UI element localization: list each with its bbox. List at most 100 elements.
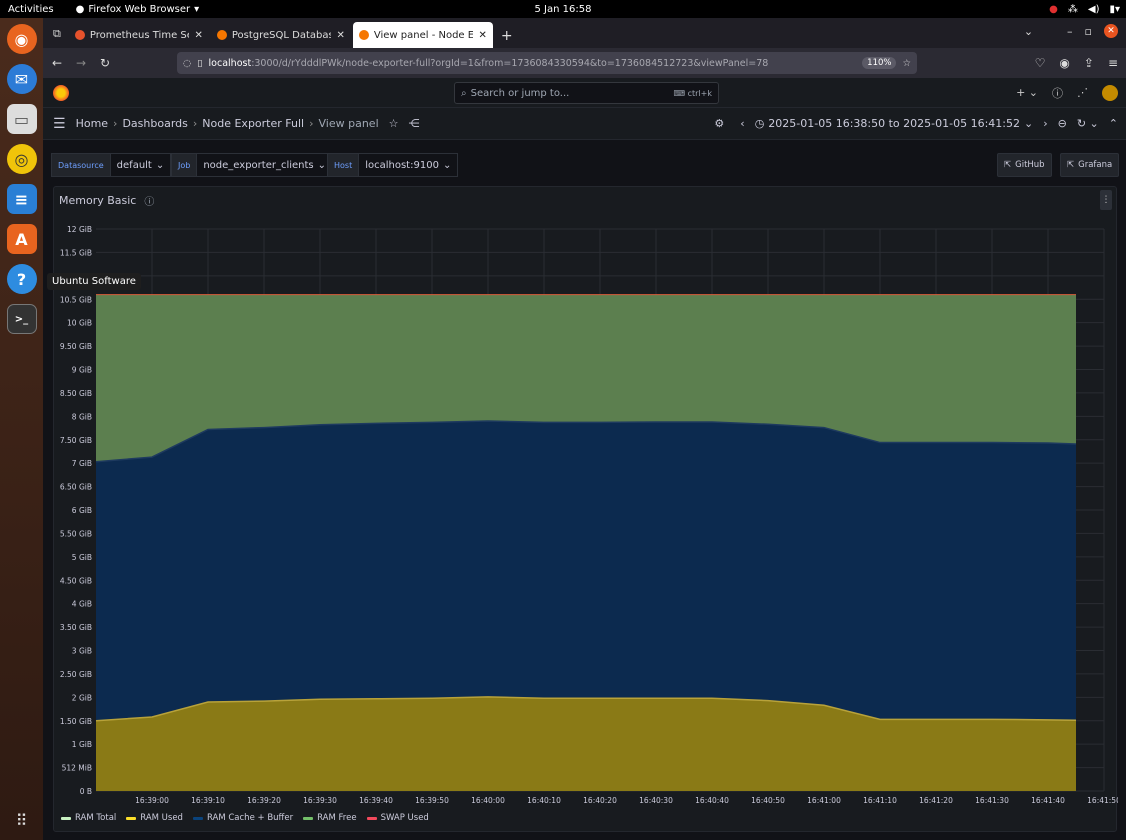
x-tick-label: 16:40:50 xyxy=(751,796,785,805)
zoom-level[interactable]: 110% xyxy=(862,57,897,69)
github-link-button[interactable]: ⇱ GitHub xyxy=(997,153,1052,177)
ubuntu-software-dock-icon[interactable]: A xyxy=(6,224,37,254)
window-close-icon[interactable]: ✕ xyxy=(1104,24,1118,38)
reload-icon[interactable]: ↻ xyxy=(93,56,117,70)
y-tick-label: 11.5 GiB xyxy=(60,248,92,257)
legend-item[interactable]: RAM Used xyxy=(126,813,183,823)
panel-title: Memory Basic ⓘ xyxy=(59,193,154,208)
app-menu[interactable]: ● Firefox Web Browser ▾ xyxy=(76,4,200,15)
hamburger-menu-icon[interactable]: ≡ xyxy=(1108,56,1118,70)
help-icon[interactable]: ⓘ xyxy=(1052,85,1063,101)
y-tick-label: 7 GiB xyxy=(72,459,92,468)
time-back-icon[interactable]: ‹ xyxy=(740,117,744,130)
legend-item[interactable]: SWAP Used xyxy=(366,813,429,823)
time-range-picker[interactable]: ◷ 2025-01-05 16:38:50 to 2025-01-05 16:4… xyxy=(755,117,1034,130)
show-apps-icon[interactable]: ⠿ xyxy=(16,811,28,830)
url-bar[interactable]: ◌ ▯ localhost:3000/d/rYdddlPWk/node-expo… xyxy=(177,52,917,74)
volume-icon: ◀) xyxy=(1087,3,1100,15)
breadcrumb-home[interactable]: Home xyxy=(76,117,108,130)
back-icon[interactable]: ← xyxy=(45,56,69,70)
legend-swatch xyxy=(61,816,71,820)
grafana-favicon-icon xyxy=(358,30,369,40)
thunderbird-dock-icon[interactable]: ✉ xyxy=(6,64,37,94)
legend-item[interactable]: RAM Cache + Buffer xyxy=(192,813,293,823)
menu-icon[interactable]: ☰ xyxy=(53,116,66,132)
activities-button[interactable]: Activities xyxy=(0,4,62,15)
bookmark-star-icon[interactable]: ☆ xyxy=(902,58,911,69)
grafana-favicon-icon xyxy=(216,30,227,40)
files-dock-icon[interactable]: ▭ xyxy=(6,104,37,134)
maximize-icon[interactable]: ▫ xyxy=(1085,25,1092,38)
search-input[interactable]: ⌕ Search or jump to... ⌨ ctrl+k xyxy=(454,82,719,104)
new-tab-icon[interactable]: + xyxy=(501,28,513,44)
avatar[interactable] xyxy=(1102,84,1118,101)
breadcrumb-dashboard[interactable]: Node Exporter Full xyxy=(202,117,304,130)
external-link-icon: ⇱ xyxy=(1067,160,1075,170)
grafana-link-button[interactable]: ⇱ Grafana xyxy=(1060,153,1120,177)
battery-icon: ▮▾ xyxy=(1109,3,1120,15)
time-range-label: 2025-01-05 16:38:50 to 2025-01-05 16:41:… xyxy=(768,117,1020,130)
time-forward-icon[interactable]: › xyxy=(1043,117,1047,130)
panel-menu-icon[interactable]: ⋮ xyxy=(1100,190,1112,210)
legend-label: RAM Free xyxy=(317,813,357,823)
help-dock-icon[interactable]: ? xyxy=(6,264,37,294)
legend-item[interactable]: RAM Total xyxy=(61,813,116,823)
chevron-right-icon: › xyxy=(113,117,118,130)
grafana-logo-icon[interactable] xyxy=(53,84,69,101)
variable-job[interactable]: Job node_exporter_clients ⌄ xyxy=(171,153,334,177)
pocket-icon[interactable]: ♡ xyxy=(1035,56,1046,70)
account-icon[interactable]: ◉ xyxy=(1059,56,1069,70)
close-tab-icon[interactable]: ✕ xyxy=(336,30,344,41)
y-tick-label: 3.50 GiB xyxy=(60,623,92,632)
breadcrumb-dashboards[interactable]: Dashboards xyxy=(122,117,187,130)
close-tab-icon[interactable]: ✕ xyxy=(478,30,486,41)
zoom-out-icon[interactable]: ⊖ xyxy=(1058,117,1067,130)
variable-host[interactable]: Host localhost:9100 ⌄ xyxy=(327,153,459,177)
rhythmbox-dock-icon[interactable]: ◎ xyxy=(6,144,37,174)
breadcrumb: ☰ Home › Dashboards › Node Exporter Full… xyxy=(43,108,1126,140)
forward-icon[interactable]: → xyxy=(69,56,93,70)
add-icon[interactable]: + ⌄ xyxy=(1016,86,1038,99)
close-tab-icon[interactable]: ✕ xyxy=(194,30,202,41)
firefox-dock-icon[interactable]: ◉ xyxy=(6,24,37,54)
chevron-down-icon: ⌄ xyxy=(1024,117,1034,130)
variable-value[interactable]: default ⌄ xyxy=(110,153,172,177)
extensions-icon[interactable]: ⇪ xyxy=(1084,56,1094,70)
minimize-icon[interactable]: – xyxy=(1067,25,1073,38)
x-tick-label: 16:39:40 xyxy=(359,796,393,805)
tab-list-icon[interactable]: ⧉ xyxy=(53,27,61,41)
refresh-icon[interactable]: ↻ ⌄ xyxy=(1077,117,1099,130)
terminal-dock-icon[interactable]: >_ xyxy=(6,304,37,334)
ram-cache-buffer-area xyxy=(96,421,1076,721)
panel-title-label: Memory Basic xyxy=(59,194,137,207)
grafana-top-nav: ⌕ Search or jump to... ⌨ ctrl+k + ⌄ ⓘ ⋰ xyxy=(43,78,1126,108)
search-icon: ⌕ xyxy=(461,87,467,99)
info-icon[interactable]: ⓘ xyxy=(144,193,154,208)
system-tray[interactable]: ● ⁂ ◀) ▮▾ xyxy=(1049,0,1120,18)
news-icon[interactable]: ⋰ xyxy=(1077,86,1088,99)
variable-value[interactable]: localhost:9100 ⌄ xyxy=(359,153,459,177)
legend-item[interactable]: RAM Free xyxy=(303,813,357,823)
x-tick-label: 16:41:10 xyxy=(863,796,897,805)
collapse-icon[interactable]: ⌃ xyxy=(1109,117,1118,130)
tab-view-panel[interactable]: View panel - Node Expor ✕ xyxy=(352,22,493,48)
tab-postgresql[interactable]: PostgreSQL Database - I ✕ xyxy=(211,22,351,48)
y-tick-label: 2.50 GiB xyxy=(60,670,92,679)
tab-prometheus[interactable]: Prometheus Time Series ✕ xyxy=(69,22,209,48)
x-tick-label: 16:39:20 xyxy=(247,796,281,805)
memory-chart[interactable]: 0 B 512 MiB 1 GiB 1.50 GiB 2 GiB 2.50 GiB 3 Gi… xyxy=(54,187,1118,833)
y-tick-label: 0 B xyxy=(80,787,92,796)
tab-label: Prometheus Time Series xyxy=(89,29,190,41)
writer-dock-icon[interactable]: ≡ xyxy=(6,184,37,214)
star-icon[interactable]: ☆ xyxy=(389,117,399,130)
settings-icon[interactable]: ⚙ xyxy=(714,117,724,130)
x-tick-label: 16:39:10 xyxy=(191,796,225,805)
variable-datasource[interactable]: Datasource default ⌄ xyxy=(51,153,172,177)
share-icon[interactable]: ⋲ xyxy=(409,117,420,130)
x-tick-label: 16:39:50 xyxy=(415,796,449,805)
variable-value[interactable]: node_exporter_clients ⌄ xyxy=(197,153,334,177)
y-tick-label: 4 GiB xyxy=(72,600,92,609)
window-controls: ⌄ – ▫ ✕ xyxy=(1024,24,1118,38)
tab-overflow-icon[interactable]: ⌄ xyxy=(1024,25,1033,38)
x-tick-label: 16:39:00 xyxy=(135,796,169,805)
